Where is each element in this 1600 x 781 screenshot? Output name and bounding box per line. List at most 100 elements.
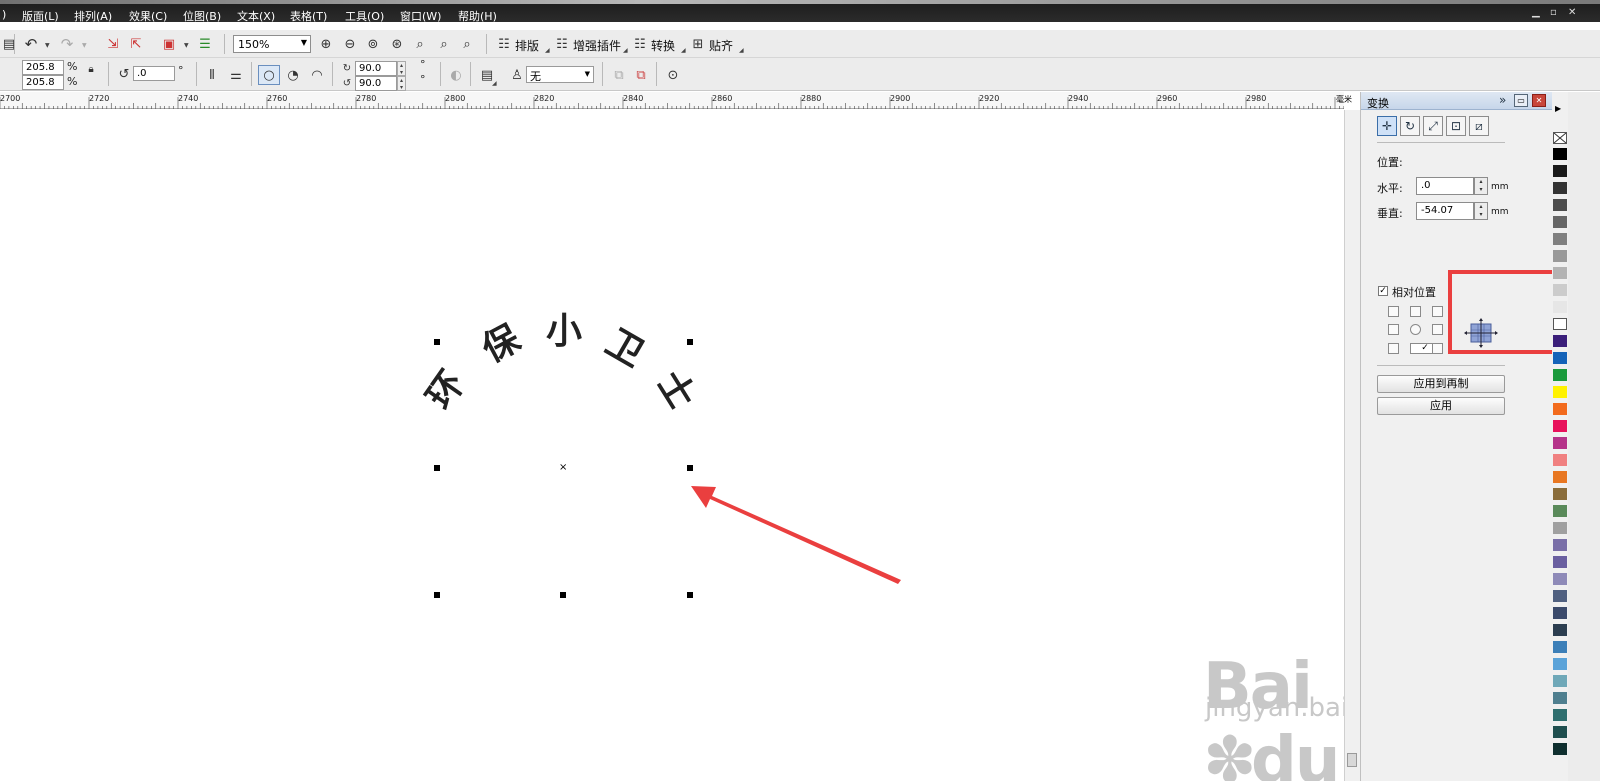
app-launcher-icon[interactable]: ☰ [196, 35, 214, 53]
mirror-vertical-icon[interactable]: ⚌ [227, 66, 245, 84]
outline-width-select[interactable]: 无 ▼ [526, 66, 594, 83]
scale-x-field[interactable]: 205.8 [22, 60, 64, 75]
palette-swatch[interactable] [1553, 233, 1567, 245]
palette-swatch[interactable] [1553, 199, 1567, 211]
palette-swatch[interactable] [1553, 250, 1567, 262]
start-angle-field[interactable]: 90.0 [355, 61, 397, 76]
mirror-horizontal-icon[interactable]: ⫴ [203, 66, 221, 84]
palette-swatch[interactable] [1553, 182, 1567, 194]
minimize-icon[interactable]: ▁ [1532, 7, 1540, 18]
direction-icon[interactable]: ◐ [447, 66, 465, 84]
anchor-top-left[interactable] [1388, 306, 1399, 317]
apply-to-duplicate-button[interactable]: 应用到再制 [1377, 375, 1505, 393]
position-mode-button[interactable]: ✛ [1377, 116, 1397, 136]
palette-swatch[interactable] [1553, 403, 1567, 415]
start-angle-spinner[interactable]: ▴ ▾ [397, 61, 406, 76]
palette-swatch[interactable] [1553, 539, 1567, 551]
palette-swatch[interactable] [1553, 607, 1567, 619]
arc-text-char[interactable]: 卫 [599, 321, 651, 375]
layout-button[interactable]: 排版 [515, 37, 539, 54]
save-icon[interactable]: ▤ [0, 35, 18, 53]
wrap-dropdown-icon[interactable]: ◢ [492, 80, 497, 87]
palette-swatch[interactable] [1553, 318, 1567, 330]
convert-icon[interactable]: ☷ [631, 35, 649, 53]
undo-icon[interactable]: ↶ [22, 35, 40, 53]
arc-text-char[interactable]: 小 [546, 313, 582, 349]
zoom-height-icon[interactable]: ⌕ [458, 35, 476, 53]
convert-button[interactable]: 转换 [651, 37, 675, 54]
layout-icon[interactable]: ☷ [495, 35, 513, 53]
lock-ratio-icon[interactable]: 🔒︎ [82, 60, 100, 78]
import-icon[interactable]: ⇲ [104, 35, 122, 53]
apply-button[interactable]: 应用 [1377, 397, 1505, 415]
palette-swatch[interactable] [1553, 590, 1567, 602]
palette-swatch[interactable] [1553, 420, 1567, 432]
rotate-mode-button[interactable]: ↻ [1400, 116, 1420, 136]
zoom-level-select[interactable]: 150% ▼ [233, 35, 311, 53]
zoom-selected-icon[interactable]: ⊚ [364, 35, 382, 53]
zoom-page-icon[interactable]: ⌕ [411, 35, 429, 53]
arc-text-char[interactable]: 士 [649, 364, 704, 417]
drawing-canvas[interactable]: × 环 保 小 卫 士 Bai✽du 经验 jingyan.baidu.com [0, 110, 1445, 781]
menu-item-text[interactable]: 文本(X) [237, 8, 275, 24]
palette-swatch[interactable] [1553, 454, 1567, 466]
palette-swatch[interactable] [1553, 369, 1567, 381]
palette-swatch[interactable] [1553, 624, 1567, 636]
palette-swatch[interactable] [1553, 556, 1567, 568]
anchor-bottom-left[interactable] [1388, 343, 1399, 354]
palette-swatch[interactable] [1553, 573, 1567, 585]
palette-swatch[interactable] [1553, 352, 1567, 364]
zoom-out-icon[interactable]: ⊖ [341, 35, 359, 53]
scrollbar-thumb[interactable] [1347, 753, 1357, 767]
to-front-icon[interactable]: ⧉ [610, 66, 628, 84]
publish-dropdown-icon[interactable]: ▼ [184, 42, 189, 49]
menu-item-bitmaps[interactable]: 位图(B) [183, 8, 221, 24]
snap-icon[interactable]: ⊞ [689, 35, 707, 53]
plugin-dropdown-icon[interactable]: ◢ [623, 47, 628, 54]
vertical-spinner[interactable]: ▴ ▾ [1474, 202, 1488, 220]
zoom-all-icon[interactable]: ⊛ [388, 35, 406, 53]
collapse-icon[interactable]: » [1499, 93, 1506, 107]
palette-swatch[interactable] [1553, 709, 1567, 721]
anchor-top-right[interactable] [1432, 306, 1443, 317]
anchor-middle-right[interactable] [1432, 324, 1443, 335]
zoom-in-icon[interactable]: ⊕ [317, 35, 335, 53]
end-angle-field[interactable]: 90.0 [355, 76, 397, 91]
snap-button[interactable]: 贴齐 [709, 37, 733, 54]
end-angle-spinner[interactable]: ▴ ▾ [397, 76, 406, 91]
palette-swatch[interactable] [1553, 216, 1567, 228]
palette-swatch[interactable] [1553, 148, 1567, 160]
palette-swatch[interactable] [1553, 386, 1567, 398]
snap-dropdown-icon[interactable]: ◢ [739, 47, 744, 54]
horizontal-spinner[interactable]: ▴ ▾ [1474, 177, 1488, 195]
convert-curves-icon[interactable]: ⊙ [664, 66, 682, 84]
palette-swatch[interactable] [1553, 692, 1567, 704]
anchor-bottom-right[interactable] [1432, 343, 1443, 354]
palette-swatch[interactable] [1553, 641, 1567, 653]
rotation-center-marker[interactable]: × [559, 462, 567, 473]
palette-swatch[interactable] [1553, 165, 1567, 177]
zoom-width-icon[interactable]: ⌕ [435, 35, 453, 53]
undo-dropdown-icon[interactable]: ▼ [45, 42, 50, 49]
selection-handle-bm[interactable] [560, 592, 566, 598]
selection-handle-tl[interactable] [434, 339, 440, 345]
palette-swatch[interactable] [1553, 301, 1567, 313]
selection-handle-mr[interactable] [687, 465, 693, 471]
menu-item-layout[interactable]: 版面(L) [22, 8, 59, 24]
restore-icon[interactable]: ▫ [1550, 7, 1557, 18]
horizontal-position-field[interactable]: .0 [1416, 177, 1474, 195]
menu-item-tools[interactable]: 工具(O) [345, 8, 384, 24]
palette-swatch[interactable] [1553, 726, 1567, 738]
arc-text-char[interactable]: 保 [475, 317, 527, 371]
menu-item-window[interactable]: 窗口(W) [400, 8, 441, 24]
palette-swatch[interactable] [1553, 471, 1567, 483]
palette-scroll-up-icon[interactable]: ▶ [1555, 104, 1565, 114]
pie-icon[interactable]: ◔ [284, 66, 302, 84]
menu-item-arrange[interactable]: 排列(A) [74, 8, 112, 24]
redo-icon[interactable]: ↷ [58, 35, 76, 53]
size-mode-button[interactable]: ⊡ [1446, 116, 1466, 136]
palette-swatch[interactable] [1553, 335, 1567, 347]
selection-handle-tr[interactable] [687, 339, 693, 345]
vertical-position-field[interactable]: -54.07 [1416, 202, 1474, 220]
arc-icon[interactable]: ◠ [308, 66, 326, 84]
